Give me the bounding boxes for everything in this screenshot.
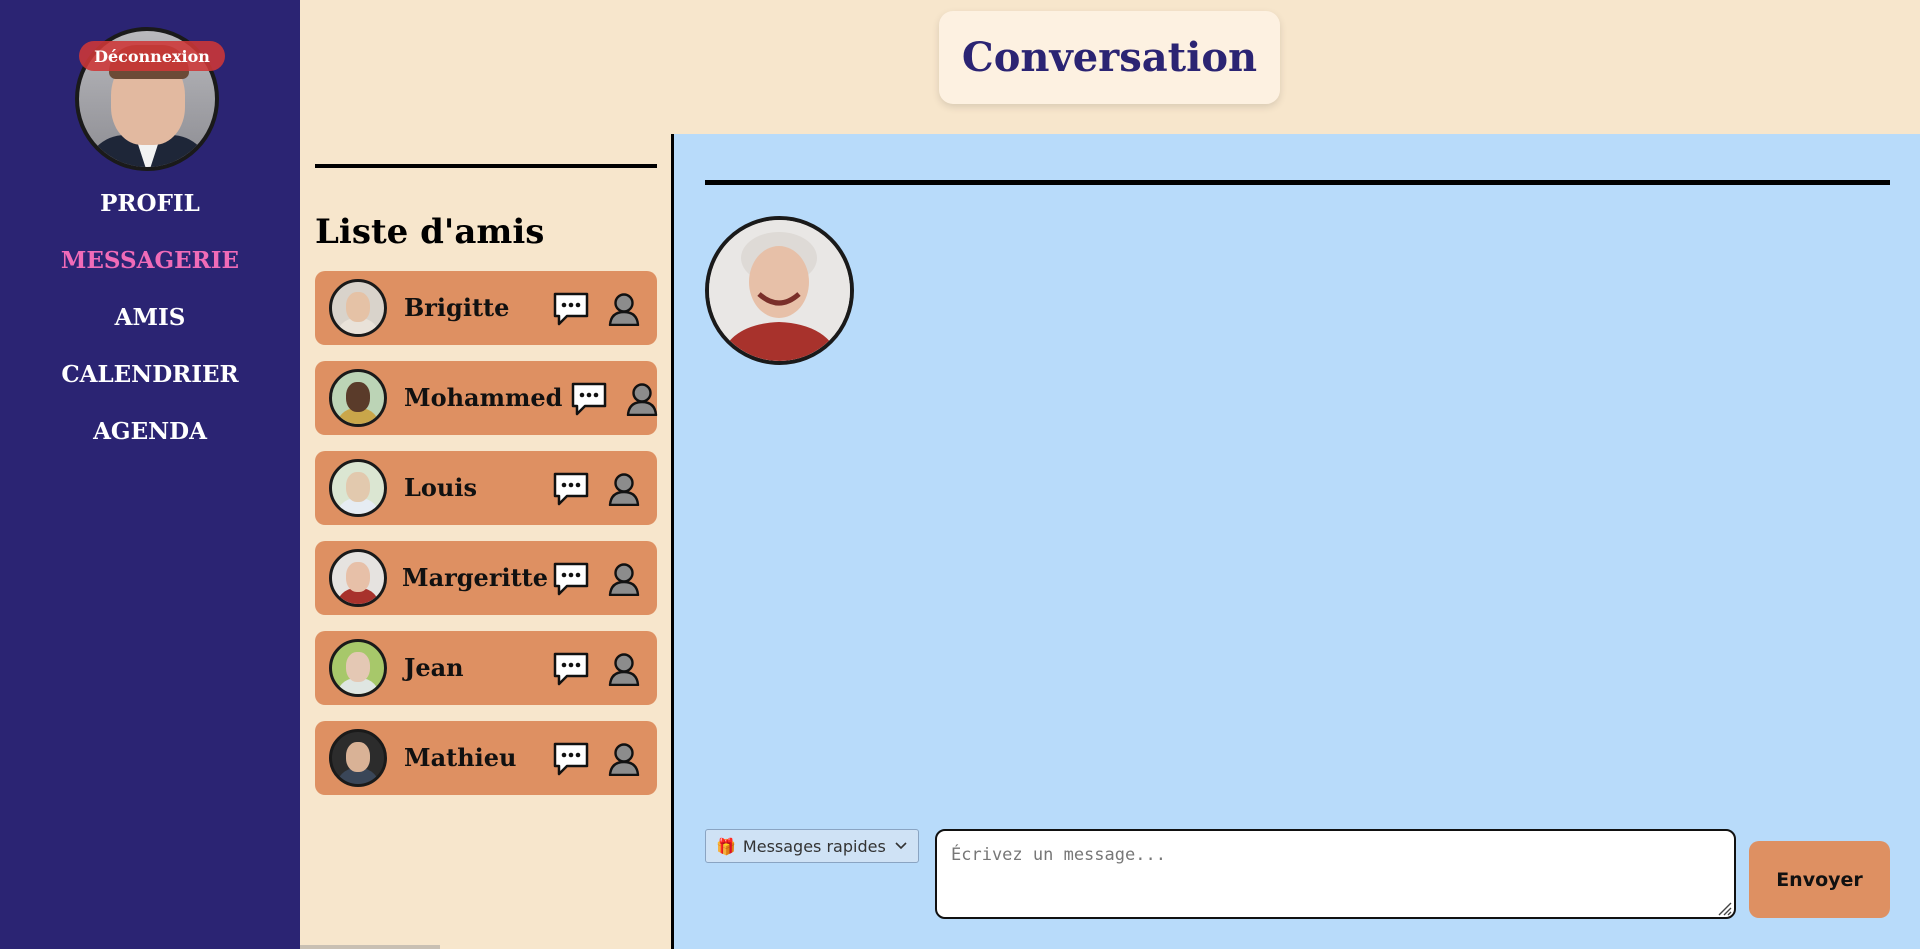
speech-bubble-icon[interactable] bbox=[553, 472, 589, 506]
friend-name: Margeritte bbox=[402, 563, 549, 592]
friend-avatar bbox=[329, 549, 387, 607]
quick-messages-select[interactable]: 🎁 Messages rapides bbox=[705, 829, 919, 863]
nav-item-profil[interactable]: PROFIL bbox=[0, 186, 300, 243]
friends-title: Liste d'amis bbox=[315, 212, 545, 252]
speech-bubble-icon[interactable] bbox=[571, 382, 607, 416]
friend-name: Jean bbox=[404, 653, 464, 682]
quick-messages-label: Messages rapides bbox=[742, 836, 886, 856]
person-icon[interactable] bbox=[606, 652, 642, 686]
contact-avatar[interactable] bbox=[705, 216, 854, 365]
friend-row[interactable]: Mathieu bbox=[315, 721, 657, 795]
sidebar: Déconnexion PROFIL MESSAGERIE AMIS CALEN… bbox=[0, 0, 300, 949]
person-icon[interactable] bbox=[624, 382, 660, 416]
nav-item-amis[interactable]: AMIS bbox=[0, 300, 300, 357]
friend-row[interactable]: Margeritte bbox=[315, 541, 657, 615]
person-icon[interactable] bbox=[606, 742, 642, 776]
friends-panel: Liste d'amis Brigitte Mohammed Louis Marger… bbox=[300, 134, 672, 949]
nav-item-messagerie[interactable]: MESSAGERIE bbox=[0, 243, 300, 300]
speech-bubble-icon[interactable] bbox=[553, 562, 589, 596]
person-icon[interactable] bbox=[606, 292, 642, 326]
speech-bubble-icon[interactable] bbox=[553, 292, 589, 326]
chat-divider bbox=[705, 180, 1890, 185]
friends-divider bbox=[315, 164, 657, 168]
speech-bubble-icon[interactable] bbox=[553, 742, 589, 776]
send-button[interactable]: Envoyer bbox=[1749, 841, 1890, 918]
logout-button[interactable]: Déconnexion bbox=[79, 41, 225, 71]
page-title-card: Conversation bbox=[939, 11, 1280, 104]
friend-row[interactable]: Jean bbox=[315, 631, 657, 705]
chat-panel: 🎁 Messages rapides Envoyer bbox=[674, 134, 1920, 949]
friend-name: Mohammed bbox=[404, 383, 563, 412]
friend-row[interactable]: Mohammed bbox=[315, 361, 660, 435]
main-nav: PROFIL MESSAGERIE AMIS CALENDRIER AGENDA bbox=[0, 186, 300, 471]
friend-name: Louis bbox=[404, 473, 477, 502]
friend-name: Brigitte bbox=[404, 293, 510, 322]
friend-row[interactable]: Brigitte bbox=[315, 271, 657, 345]
friend-avatar bbox=[329, 639, 387, 697]
contact-avatar-image bbox=[709, 220, 850, 361]
message-input[interactable] bbox=[935, 829, 1736, 919]
nav-item-calendrier[interactable]: CALENDRIER bbox=[0, 357, 300, 414]
person-icon[interactable] bbox=[606, 472, 642, 506]
page-title: Conversation bbox=[961, 34, 1258, 81]
friend-avatar bbox=[329, 459, 387, 517]
friend-list: Brigitte Mohammed Louis Margeritte Jean Mathi… bbox=[315, 271, 660, 811]
gift-icon: 🎁 bbox=[716, 836, 736, 856]
horizontal-scrollbar[interactable] bbox=[300, 945, 440, 949]
resize-grip-icon[interactable] bbox=[1714, 898, 1732, 916]
speech-bubble-icon[interactable] bbox=[553, 652, 589, 686]
friend-name: Mathieu bbox=[404, 743, 517, 772]
chevron-down-icon bbox=[895, 842, 907, 850]
person-icon[interactable] bbox=[606, 562, 642, 596]
friend-avatar bbox=[329, 729, 387, 787]
friend-avatar bbox=[329, 369, 387, 427]
friend-avatar bbox=[329, 279, 387, 337]
friend-row[interactable]: Louis bbox=[315, 451, 657, 525]
nav-item-agenda[interactable]: AGENDA bbox=[0, 414, 300, 471]
